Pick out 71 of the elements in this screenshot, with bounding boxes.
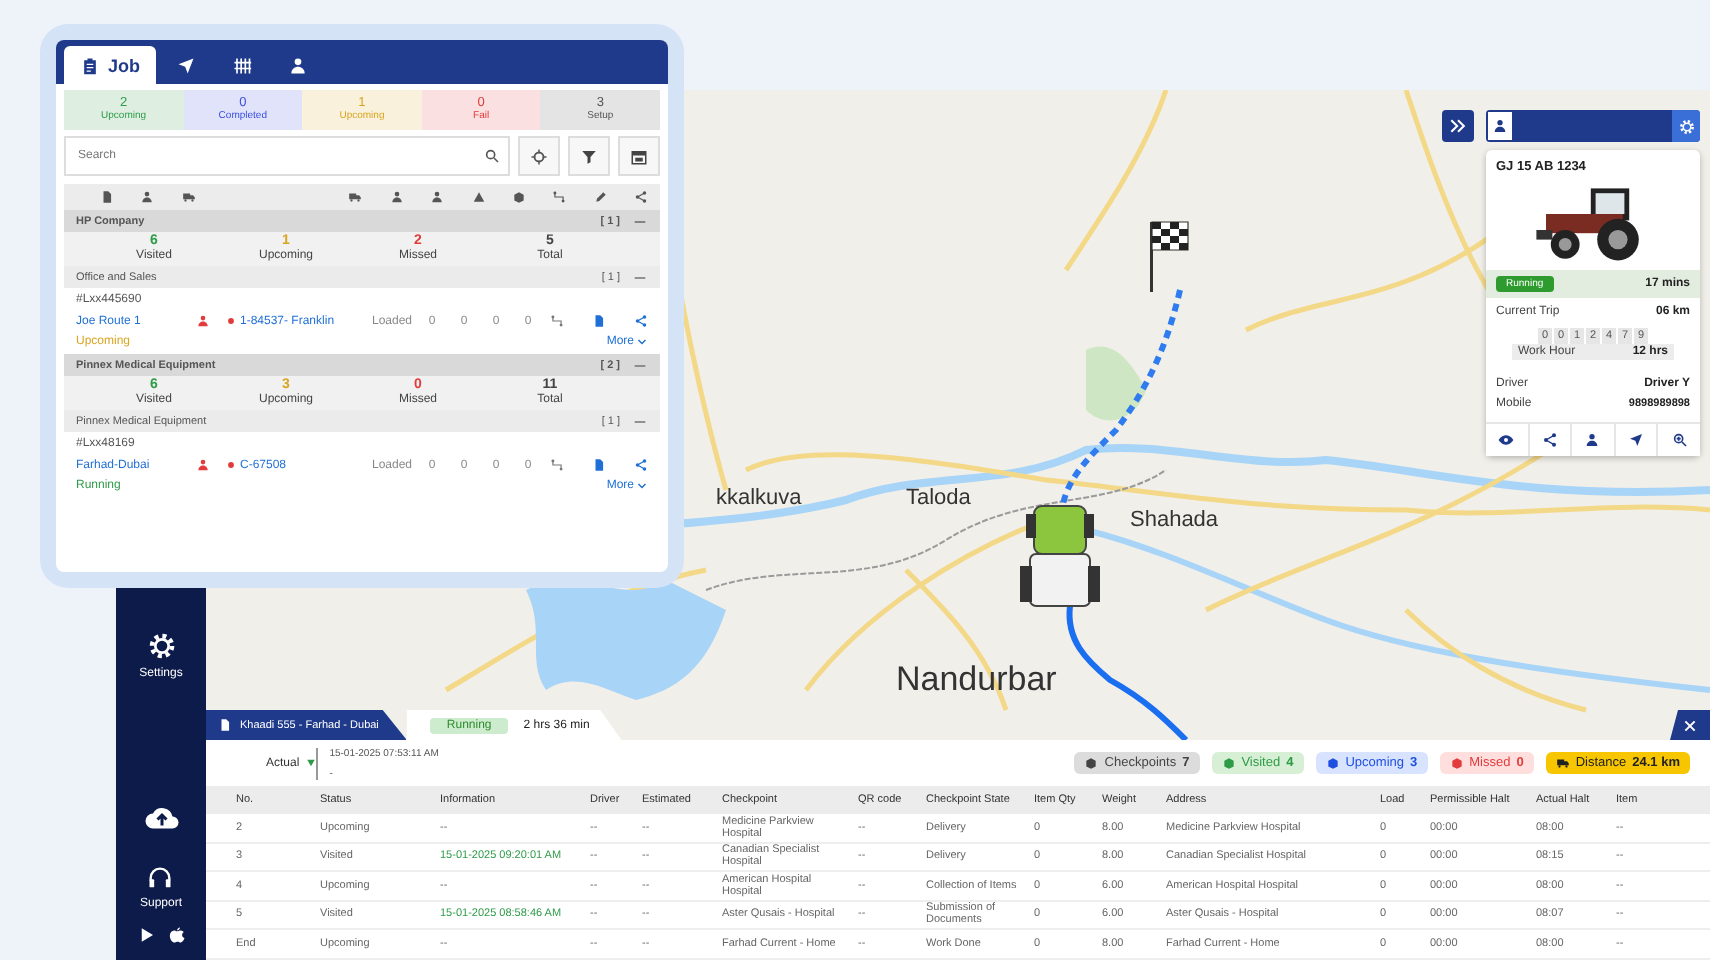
- share-button[interactable]: [1529, 424, 1573, 456]
- person-icon: [288, 55, 309, 75]
- filter-icon: [580, 147, 598, 165]
- box-icon: [1084, 756, 1099, 770]
- box-icon: [511, 190, 526, 204]
- travelled-route-line: [1066, 605, 1189, 743]
- box-icon: [1449, 756, 1464, 770]
- calendar-button[interactable]: [618, 136, 660, 176]
- headset-icon: [146, 864, 175, 892]
- place-label: Taloda: [906, 486, 971, 510]
- person-icon: [140, 190, 155, 204]
- settings-icon: [1677, 117, 1695, 135]
- settings-icon: [145, 630, 177, 662]
- person-icon: [196, 458, 210, 472]
- person-icon: [196, 314, 210, 328]
- status-dot-icon: [226, 460, 236, 470]
- warning-icon: [471, 190, 486, 204]
- double-chevron-icon: [1448, 116, 1468, 136]
- person-icon: [389, 190, 404, 204]
- job-tab[interactable]: Job: [64, 46, 157, 84]
- marker-icon: [305, 758, 316, 768]
- driver-button[interactable]: [1572, 424, 1616, 456]
- chevron-down-icon: [636, 336, 648, 348]
- search-icon: [484, 148, 500, 164]
- navigation-icon: [176, 55, 197, 75]
- zoom-button[interactable]: [1658, 424, 1700, 456]
- checkered-flag-icon: [1150, 221, 1189, 292]
- vehicle-search-bar[interactable]: [1486, 110, 1700, 142]
- document-icon: [100, 190, 114, 204]
- zoom-icon: [1671, 432, 1688, 448]
- locate-button[interactable]: [518, 136, 560, 176]
- share-icon[interactable]: [634, 314, 648, 328]
- box-icon: [1221, 756, 1236, 770]
- status-dot-icon: [226, 316, 236, 326]
- share-icon[interactable]: [634, 458, 648, 472]
- crosshair-icon: [530, 147, 548, 165]
- place-label: Shahada: [1130, 508, 1219, 532]
- document-icon: [218, 718, 232, 732]
- box-icon: [1325, 756, 1340, 770]
- person-icon: [1492, 118, 1508, 134]
- truck-icon: [348, 190, 363, 204]
- view-button[interactable]: [1486, 424, 1530, 456]
- navigate-button[interactable]: [1615, 424, 1659, 456]
- eye-icon: [1498, 432, 1515, 448]
- route-icon[interactable]: [550, 314, 564, 328]
- play-store-icon[interactable]: [137, 926, 155, 944]
- truck-icon: [1555, 756, 1570, 770]
- close-icon: [1682, 717, 1698, 733]
- document-icon[interactable]: [592, 458, 606, 472]
- close-button[interactable]: [1670, 710, 1710, 740]
- place-label: kkalkuva: [716, 486, 802, 510]
- truck-icon: [181, 190, 196, 204]
- chevron-down-icon: [636, 480, 648, 492]
- grid-icon: [232, 55, 253, 75]
- expand-button[interactable]: [1442, 110, 1474, 142]
- vehicle-marker-icon: [1020, 505, 1100, 607]
- clipboard-icon: [80, 55, 100, 75]
- navigation-icon: [1628, 432, 1645, 448]
- person-icon: [1584, 432, 1601, 448]
- park-area: [1086, 346, 1146, 421]
- document-icon[interactable]: [592, 314, 606, 328]
- route-icon[interactable]: [550, 458, 564, 472]
- person-icon: [430, 190, 445, 204]
- share-icon: [633, 190, 648, 204]
- calendar-icon: [630, 147, 648, 165]
- apple-icon[interactable]: [167, 926, 185, 944]
- place-label: Nandurbar: [896, 660, 1057, 698]
- share-icon: [1541, 432, 1558, 448]
- filter-button[interactable]: [568, 136, 610, 176]
- pencil-icon: [593, 190, 608, 204]
- route-icon: [552, 190, 567, 204]
